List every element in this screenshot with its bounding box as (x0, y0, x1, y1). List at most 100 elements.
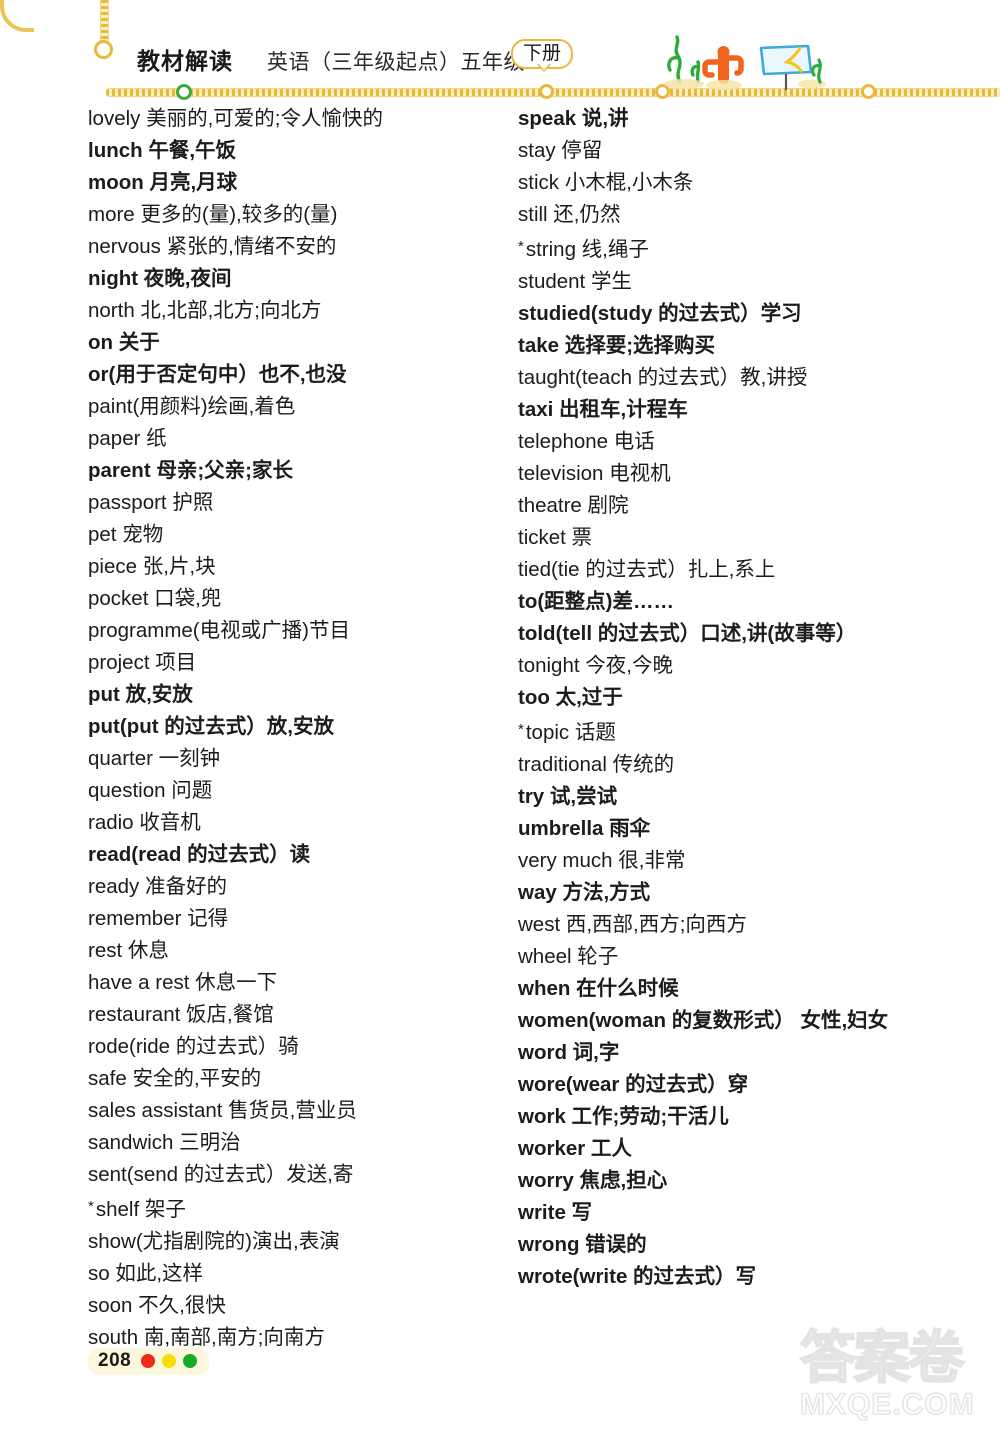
vocabulary-entry: show(尤指剧院的)演出,表演 (88, 1230, 340, 1253)
vocabulary-entry: pocket 口袋,兜 (88, 587, 222, 610)
vocabulary-entry: stay 停留 (518, 139, 603, 162)
vocabulary-entry: moon 月亮,月球 (88, 171, 238, 194)
vocabulary-entry: worker 工人 (518, 1137, 632, 1160)
vocabulary-entry: or(用于否定句中）也不,也没 (88, 363, 347, 386)
footer-dot-red-icon (141, 1354, 156, 1368)
vocabulary-entry: very much 很,非常 (518, 849, 686, 872)
vocabulary-entry: wrong 错误的 (518, 1233, 647, 1256)
book-series-title: 教材解读 (137, 48, 233, 74)
vocabulary-entry: umbrella 雨伞 (518, 817, 651, 840)
footer-dot-green-icon (183, 1354, 198, 1368)
decorative-node-circle (94, 40, 113, 59)
vocabulary-entry: taxi 出租车,计程车 (518, 398, 688, 421)
vocabulary-entry: work 工作;劳动;干活儿 (518, 1105, 729, 1128)
vocabulary-entry: on 关于 (88, 331, 160, 354)
grass-sprout-small-icon (811, 58, 822, 84)
vocabulary-entry: wheel 轮子 (518, 945, 619, 968)
vocabulary-entry: passport 护照 (88, 491, 214, 514)
vocabulary-entry: women(woman 的复数形式） 女性,妇女 (518, 1009, 889, 1032)
vocabulary-entry: still 还,仍然 (518, 203, 621, 226)
vocabulary-entry: parent 母亲;父亲;家长 (88, 459, 293, 482)
vocabulary-entry: write 写 (518, 1201, 593, 1224)
vocabulary-entry: speak 说,讲 (518, 107, 629, 130)
vocabulary-entry: remember 记得 (88, 907, 229, 930)
grass-sprout-icon (667, 35, 701, 84)
vocabulary-entry: television 电视机 (518, 462, 671, 485)
vocabulary-entry-text: string 线,绳子 (525, 238, 649, 261)
vocabulary-entry: student 学生 (518, 270, 632, 293)
vocabulary-entry: traditional 传统的 (518, 753, 675, 776)
vocabulary-entry: soon 不久,很快 (88, 1294, 226, 1317)
vocabulary-entry: question 问题 (88, 779, 213, 802)
header-decorative-artwork (664, 35, 826, 90)
vocabulary-column-right: speak 说,讲 stay 停留 stick 小木棍,小木条 still 还,仍然 *… (518, 103, 958, 1293)
vocabulary-entry: programme(电视或广播)节目 (88, 619, 350, 642)
vocabulary-entry: read(read 的过去式）读 (88, 843, 311, 866)
vocabulary-entry-text: topic 话题 (525, 721, 616, 744)
book-subject-title: 英语（三年级起点）五年级 (267, 51, 525, 74)
vocabulary-entry: wrote(write 的过去式）写 (518, 1265, 757, 1288)
vocabulary-entry: restaurant 饭店,餐馆 (88, 1003, 274, 1026)
volume-badge-pointer-icon (537, 63, 551, 72)
cactus-icon (702, 46, 744, 84)
vocabulary-entry: more 更多的(量),较多的(量) (88, 203, 338, 226)
vocabulary-entry: worry 焦虑,担心 (518, 1169, 668, 1192)
vocabulary-entry: sent(send 的过去式）发送,寄 (88, 1163, 354, 1186)
ground-mound-icon (664, 79, 826, 90)
vocabulary-entry: tonight 今夜,今晚 (518, 654, 673, 677)
watermark-domain: MXQE.COM (799, 1388, 975, 1421)
vocabulary-entry: telephone 电话 (518, 430, 655, 453)
decorative-border-vertical (100, 0, 109, 42)
vocabulary-entry: take 选择要;选择购买 (518, 334, 716, 357)
vocabulary-entry: theatre 剧院 (518, 494, 629, 517)
vocabulary-entry: pet 宠物 (88, 523, 164, 546)
vocabulary-column-left: lovely 美丽的,可爱的;令人愉快的 lunch 午餐,午饭 moon 月亮,月… (88, 103, 498, 1354)
vocabulary-entry: way 方法,方式 (518, 881, 651, 904)
vocabulary-entry: *topic 话题 (518, 714, 958, 749)
vocabulary-entry-text: shelf 架子 (95, 1198, 186, 1221)
vocabulary-entry: ready 准备好的 (88, 875, 227, 898)
page-header: 教材解读 英语（三年级起点）五年级 下册 (0, 0, 1000, 100)
page-footer: 208 (88, 1348, 210, 1375)
vocabulary-entry: piece 张,片,块 (88, 555, 216, 578)
vocabulary-entry: paper 纸 (88, 427, 167, 450)
vocabulary-entry: put(put 的过去式）放,安放 (88, 715, 334, 738)
vocabulary-entry: when 在什么时候 (518, 977, 679, 1000)
footer-dot-yellow-icon (162, 1354, 177, 1368)
vocabulary-entry: safe 安全的,平安的 (88, 1067, 262, 1090)
vocabulary-entry: *shelf 架子 (88, 1191, 498, 1226)
vocabulary-entry: stick 小木棍,小木条 (518, 171, 694, 194)
vocabulary-entry: north 北,北部,北方;向北方 (88, 299, 322, 322)
vocabulary-entry: lunch 午餐,午饭 (88, 139, 237, 162)
vocabulary-entry: lovely 美丽的,可爱的;令人愉快的 (88, 107, 383, 130)
vocabulary-entry: sales assistant 售货员,营业员 (88, 1099, 357, 1122)
vocabulary-entry: project 项目 (88, 651, 197, 674)
vocabulary-entry: quarter 一刻钟 (88, 747, 221, 770)
vocabulary-entry: paint(用颜料)绘画,着色 (88, 395, 296, 418)
vocabulary-entry: try 试,尝试 (518, 785, 618, 808)
vocabulary-entry: have a rest 休息一下 (88, 971, 278, 994)
vocabulary-entry: ticket 票 (518, 526, 593, 549)
header-title-row: 教材解读 英语（三年级起点）五年级 (137, 42, 525, 76)
asterisk-marker-icon: * (518, 238, 524, 255)
vocabulary-entry: taught(teach 的过去式）教,讲授 (518, 366, 808, 389)
decorative-border-corner (0, 0, 34, 32)
vocabulary-entry: wore(wear 的过去式）穿 (518, 1073, 749, 1096)
watermark-logo-text: 答案卷 (799, 1326, 965, 1389)
vocabulary-entry: rode(ride 的过去式）骑 (88, 1035, 299, 1058)
vocabulary-entry: to(距整点)差…… (518, 590, 675, 613)
vocabulary-entry: put 放,安放 (88, 683, 193, 706)
volume-badge-wrapper: 下册 (511, 39, 574, 72)
vocabulary-entry: west 西,西部,西方;向西方 (518, 913, 747, 936)
vocabulary-entry: radio 收音机 (88, 811, 201, 834)
vocabulary-entry: night 夜晚,夜间 (88, 267, 232, 290)
vocabulary-entry: studied(study 的过去式）学习 (518, 302, 802, 325)
page-number: 208 (98, 1350, 132, 1371)
vocabulary-entry: word 词,字 (518, 1041, 620, 1064)
decorative-node-circle (539, 84, 554, 99)
vocabulary-entry: so 如此,这样 (88, 1262, 204, 1285)
vocabulary-entry: nervous 紧张的,情绪不安的 (88, 235, 337, 258)
vocabulary-entry: told(tell 的过去式）口述,讲(故事等） (518, 622, 857, 645)
vocabulary-entry: too 太,过于 (518, 686, 623, 709)
vocabulary-entry: *string 线,绳子 (518, 231, 958, 266)
